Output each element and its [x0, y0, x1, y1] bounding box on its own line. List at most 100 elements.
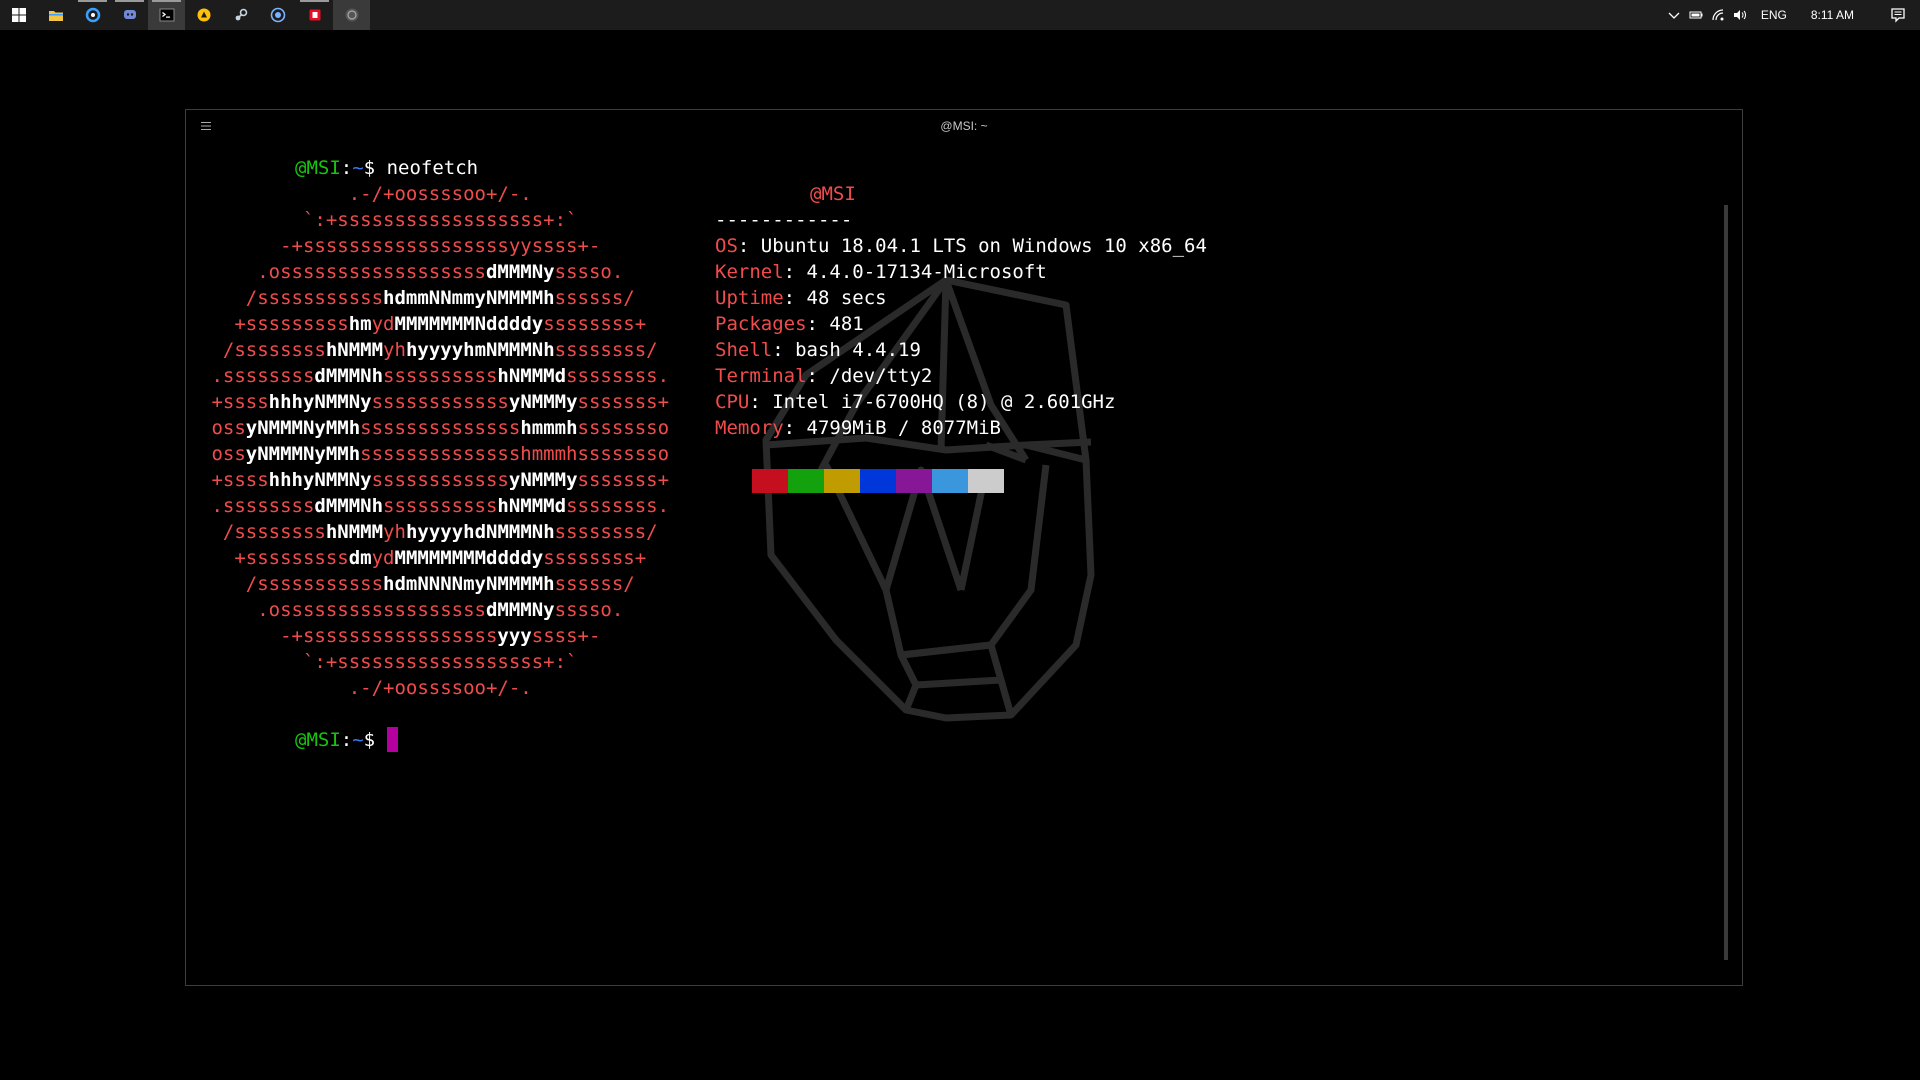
logo-segment: /sssssssssss — [200, 287, 384, 309]
logo-line: .-/+oossssoo+/-. — [200, 181, 532, 207]
prompt-separator: : — [340, 729, 353, 751]
terminal-window[interactable]: @MSI: ~ @MSI:~$ neofetch .-/+oossssoo+/-… — [185, 109, 1743, 986]
taskbar: ENG 8:11 AM — [0, 0, 1920, 30]
window-titlebar[interactable]: @MSI: ~ — [186, 110, 1742, 142]
taskbar-discord[interactable] — [111, 0, 148, 30]
logo-segment: MMMMMMMNddddy — [394, 313, 544, 335]
logo-segment: /ssssssss — [200, 339, 326, 361]
palette-swatch — [824, 469, 860, 493]
logo-segment: +ssss — [200, 469, 269, 491]
taskbar-red-app[interactable] — [296, 0, 333, 30]
battery-icon[interactable] — [1685, 8, 1707, 22]
logo-segment: hhhyNMMNy — [268, 469, 372, 491]
logo-segment: hm — [348, 313, 372, 335]
red-square-icon — [309, 9, 320, 21]
palette-swatch — [752, 469, 788, 493]
logo-line: +ssssssssshmydMMMMMMMNddddyssssssss+ — [200, 311, 646, 337]
steam-icon — [235, 8, 247, 21]
taskbar-file-explorer[interactable] — [37, 0, 74, 30]
logo-segment: sssso. — [554, 261, 624, 283]
palette-swatch — [788, 469, 824, 493]
logo-segment: sssssss+ — [577, 469, 670, 491]
wifi-icon[interactable] — [1707, 8, 1729, 22]
taskbar-badge-app[interactable] — [259, 0, 296, 30]
info-key: Packages — [715, 313, 807, 335]
prompt-line-current: @MSI:~$ — [295, 727, 398, 753]
logo-segment: ssssss/ — [554, 573, 635, 595]
info-value: 4799MiB / 8077MiB — [806, 417, 1001, 439]
info-value: 4.4.0-17134-Microsoft — [806, 261, 1047, 283]
logo-segment: hyyyyhdNMMMNh — [405, 521, 555, 543]
color-palette — [752, 469, 1004, 493]
command-text: neofetch — [375, 157, 479, 179]
taskbar-sync-app[interactable] — [74, 0, 111, 30]
logo-line: ossyNMMMNyMMhsssssssssssssshmmmhssssssso — [200, 441, 669, 467]
logo-line: .ossssssssssssssssssdMMMNysssso. — [200, 597, 623, 623]
logo-segment: sssssssssssssshmmmhssssssso — [360, 443, 670, 465]
info-key: OS — [715, 235, 738, 257]
logo-segment: +sssssssss — [200, 313, 349, 335]
info-value: Ubuntu 18.04.1 LTS on Windows 10 x86_64 — [760, 235, 1207, 257]
logo-segment: +ssss — [200, 391, 269, 413]
prompt-separator: : — [340, 157, 353, 179]
taskbar-yellow-app[interactable] — [185, 0, 222, 30]
palette-swatch — [860, 469, 896, 493]
logo-segment: ssssssssssss — [371, 391, 509, 413]
neofetch-host: @MSI — [810, 183, 856, 205]
info-line: CPU: Intel i7-6700HQ (8) @ 2.601GHz — [715, 391, 1116, 413]
logo-segment: hdmNNNNmyNMMMMh — [383, 573, 555, 595]
info-line: Packages: 481 — [715, 313, 864, 335]
info-key: Kernel — [715, 261, 784, 283]
language-indicator[interactable]: ENG — [1751, 8, 1797, 22]
logo-line: .ossssssssssssssssssdMMMNysssso. — [200, 259, 623, 285]
taskbar-gray-app[interactable] — [333, 0, 370, 30]
logo-segment: oss — [200, 443, 246, 465]
logo-segment: dMMMNh — [314, 365, 384, 387]
logo-line: .-/+oossssoo+/-. — [200, 675, 532, 701]
gray-circle-icon — [345, 8, 358, 22]
prompt-user: @MSI — [295, 729, 341, 751]
badge-icon — [270, 7, 285, 23]
logo-segment: -+ssssssssssssssssssyyssss+- — [200, 235, 601, 257]
palette-swatch — [896, 469, 932, 493]
info-line: Kernel: 4.4.0-17134-Microsoft — [715, 261, 1047, 283]
logo-segment: ssssssss/ — [554, 339, 658, 361]
tray-chevron-up-icon[interactable] — [1663, 8, 1685, 22]
logo-line: -+sssssssssssssssssyyyssss+- — [200, 623, 600, 649]
logo-segment: .ossssssssssssssssss — [200, 599, 486, 621]
windows-logo-icon — [11, 8, 26, 22]
logo-segment: yNMMMy — [508, 469, 578, 491]
clock[interactable]: 8:11 AM — [1797, 8, 1876, 22]
logo-segment: ssssss/ — [554, 287, 635, 309]
logo-line: +sssshhhyNMMNyssssssssssssyNMMMysssssss+ — [200, 467, 669, 493]
logo-segment: `:+ssssssssssssssssss+:` — [200, 209, 578, 231]
info-line: Terminal: /dev/tty2 — [715, 365, 933, 387]
logo-line: /ssssssssssshdmmNNmmyNMMMMhssssss/ — [200, 285, 635, 311]
logo-segment: hNMMM — [325, 339, 384, 361]
logo-segment: hhhyNMMNy — [268, 391, 372, 413]
logo-segment: hdmmNNmmyNMMMMh — [383, 287, 555, 309]
logo-segment: /sssssssssss — [200, 573, 384, 595]
logo-segment: ssssssss. — [566, 495, 670, 517]
vertical-scrollbar[interactable] — [1724, 205, 1728, 960]
prompt-path: ~ — [352, 157, 364, 179]
prompt-path: ~ — [352, 729, 364, 751]
terminal-icon — [159, 8, 174, 22]
logo-segment: hNMMMd — [497, 365, 567, 387]
volume-icon[interactable] — [1729, 8, 1751, 22]
logo-segment: yd — [371, 547, 395, 569]
taskbar-terminal[interactable] — [148, 0, 185, 30]
logo-segment: ssssssssssss — [371, 469, 509, 491]
logo-line: -+ssssssssssssssssssyyssss+- — [200, 233, 600, 259]
system-tray: ENG 8:11 AM — [1663, 0, 1920, 30]
logo-line: +sssssssssdmydMMMMMMMMddddyssssssss+ — [200, 545, 646, 571]
logo-segment: .ssssssss — [200, 365, 315, 387]
logo-segment: ssssssssss — [383, 495, 498, 517]
info-line: Uptime: 48 secs — [715, 287, 887, 309]
start-button[interactable] — [0, 0, 37, 30]
logo-segment: oss — [200, 417, 246, 439]
logo-segment: .ossssssssssssssssss — [200, 261, 486, 283]
text-cursor — [386, 727, 398, 752]
taskbar-steam[interactable] — [222, 0, 259, 30]
action-center-button[interactable] — [1876, 7, 1920, 23]
